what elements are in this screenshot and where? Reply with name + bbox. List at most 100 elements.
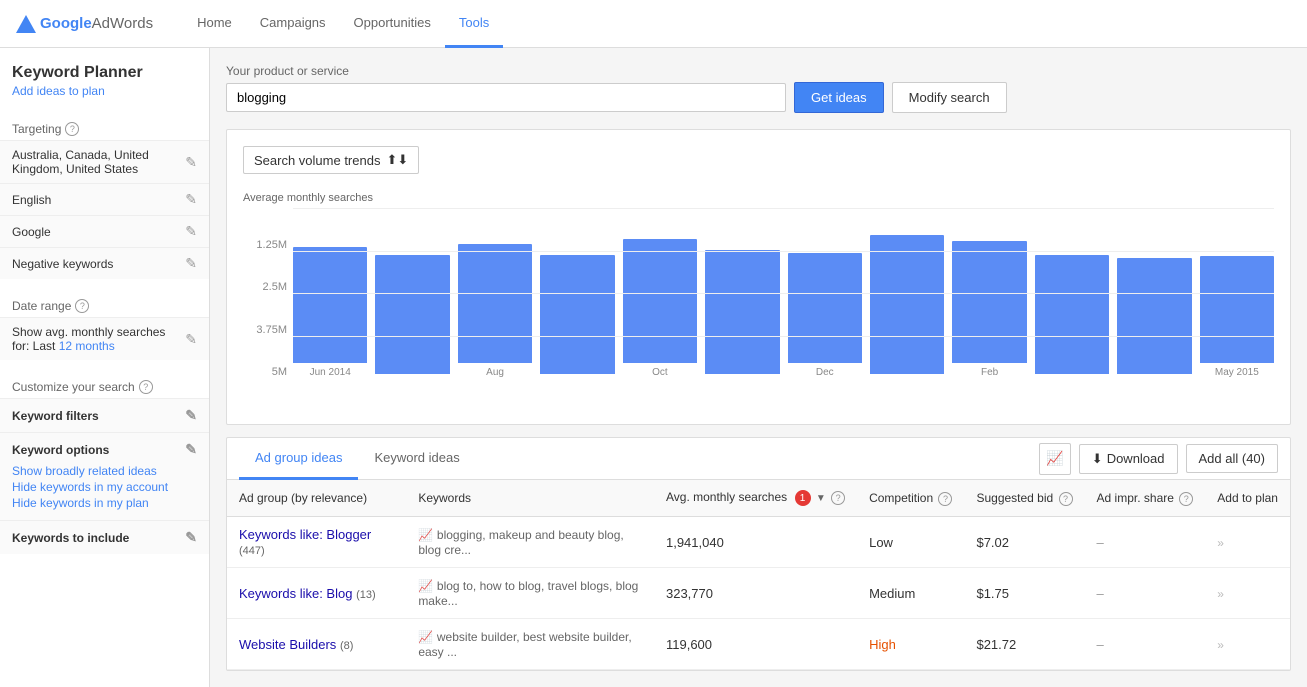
keyword-options-section: Keyword options ✎ Show broadly related i… [0, 432, 209, 520]
cell-ad-group-0: Keywords like: Blogger (447) [227, 517, 406, 568]
tabs-header: Ad group ideas Keyword ideas 📈 ⬇ Downloa… [227, 438, 1290, 480]
add-to-plan-icon-0[interactable]: » [1217, 536, 1224, 550]
keywords-text-1: blog to, how to blog, travel blogs, blog… [418, 579, 638, 608]
keyword-filters-section: Keyword filters ✎ [0, 398, 209, 432]
location-text: Australia, Canada, United Kingdom, Unite… [12, 148, 185, 176]
ad-impr-share-help-icon[interactable]: ? [1179, 492, 1193, 506]
show-broadly-related-link[interactable]: Show broadly related ideas [12, 464, 197, 478]
bar-label-8: Feb [981, 367, 998, 378]
ad-impr-share-val-1: – [1097, 586, 1104, 601]
chart-view-icon-btn[interactable]: 📈 [1039, 443, 1071, 475]
keywords-to-include-header[interactable]: Keywords to include ✎ [12, 529, 197, 546]
hide-keywords-account-link[interactable]: Hide keywords in my account [12, 480, 197, 494]
table-row: Keywords like: Blog (13) 📈 blog to, how … [227, 568, 1290, 619]
th-avg-monthly[interactable]: Avg. monthly searches 1 ▼ ? [654, 480, 857, 517]
ad-group-link-1[interactable]: Keywords like: Blog [239, 586, 352, 601]
sidebar-network-item[interactable]: Google ✎ [0, 215, 209, 247]
nav-opportunities[interactable]: Opportunities [340, 0, 445, 48]
th-add-to-plan: Add to plan [1205, 480, 1290, 517]
search-label: Your product or service [226, 64, 1291, 78]
download-icon: ⬇ [1092, 451, 1103, 467]
y-label-5m: 5M [243, 366, 293, 378]
chart-dropdown-arrow: ⬆⬇ [386, 152, 408, 168]
competition-val-0: Low [869, 535, 893, 550]
product-search-input[interactable] [226, 83, 786, 112]
avg-monthly-val-0: 1,941,040 [666, 535, 724, 550]
language-edit-icon[interactable]: ✎ [185, 191, 197, 208]
avg-monthly-help-icon[interactable]: ? [831, 491, 845, 505]
trend-icon-0[interactable]: 📈 [418, 528, 433, 542]
tabs-section: Ad group ideas Keyword ideas 📈 ⬇ Downloa… [226, 437, 1291, 671]
tab-keyword-ideas[interactable]: Keyword ideas [358, 438, 475, 480]
keyword-options-edit-icon[interactable]: ✎ [185, 441, 197, 458]
sidebar-language-item[interactable]: English ✎ [0, 183, 209, 215]
bar-5 [705, 250, 779, 374]
keyword-count-1: (13) [356, 589, 376, 601]
keyword-options-header[interactable]: Keyword options ✎ [12, 441, 197, 458]
date-range-help-icon[interactable]: ? [75, 299, 89, 313]
ad-impr-share-val-0: – [1097, 535, 1104, 550]
bar-label-0: Jun 2014 [310, 367, 351, 378]
cell-competition-1: Medium [857, 568, 964, 619]
network-edit-icon[interactable]: ✎ [185, 223, 197, 240]
keywords-to-include-edit-icon[interactable]: ✎ [185, 529, 197, 546]
cell-add-to-plan-1[interactable]: » [1205, 568, 1290, 619]
th-ad-group: Ad group (by relevance) [227, 480, 406, 517]
location-edit-icon[interactable]: ✎ [185, 154, 197, 171]
tab-ad-group-ideas[interactable]: Ad group ideas [239, 438, 358, 480]
keyword-filters-header[interactable]: Keyword filters ✎ [12, 407, 197, 424]
ad-group-link-2[interactable]: Website Builders [239, 637, 336, 652]
targeting-help-icon[interactable]: ? [65, 122, 79, 136]
bars-wrapper: Jun 2014AugOctDecFebMay 2015 [293, 208, 1274, 378]
bar-group-3 [540, 208, 614, 378]
nav-home[interactable]: Home [183, 0, 246, 48]
bar-10 [1117, 258, 1191, 374]
modify-search-button[interactable]: Modify search [892, 82, 1007, 113]
add-to-plan-icon-1[interactable]: » [1217, 587, 1224, 601]
y-label-125m: 1.25M [243, 239, 293, 251]
trend-icon-1[interactable]: 📈 [418, 579, 433, 593]
add-to-plan-icon-2[interactable]: » [1217, 638, 1224, 652]
download-button[interactable]: ⬇ Download [1079, 444, 1178, 474]
th-suggested-bid: Suggested bid ? [964, 480, 1084, 517]
bar-group-8: Feb [952, 208, 1026, 378]
chart-dropdown[interactable]: Search volume trends ⬆⬇ [243, 146, 419, 174]
nav-campaigns[interactable]: Campaigns [246, 0, 340, 48]
sidebar-negative-keywords-item[interactable]: Negative keywords ✎ [0, 247, 209, 279]
logo-adwords: AdWords [92, 15, 153, 32]
bar-group-1 [375, 208, 449, 378]
keyword-count-2: (8) [340, 640, 353, 652]
cell-add-to-plan-0[interactable]: » [1205, 517, 1290, 568]
sidebar-date-range-item[interactable]: Show avg. monthly searches for: Last 12 … [0, 317, 209, 360]
keywords-text-0: blogging, makeup and beauty blog, blog c… [418, 528, 623, 557]
get-ideas-button[interactable]: Get ideas [794, 82, 884, 113]
sidebar-location-item[interactable]: Australia, Canada, United Kingdom, Unite… [0, 140, 209, 183]
keyword-filters-edit-icon[interactable]: ✎ [185, 407, 197, 424]
date-range-edit-icon[interactable]: ✎ [185, 331, 197, 348]
suggested-bid-help-icon[interactable]: ? [1059, 492, 1073, 506]
negative-keywords-edit-icon[interactable]: ✎ [185, 255, 197, 272]
ad-group-link-0[interactable]: Keywords like: Blogger [239, 527, 371, 542]
avg-monthly-val-2: 119,600 [666, 637, 712, 652]
chart-section: Search volume trends ⬆⬇ Average monthly … [226, 129, 1291, 425]
trend-icon-2[interactable]: 📈 [418, 630, 433, 644]
cell-keywords-1: 📈 blog to, how to blog, travel blogs, bl… [406, 568, 654, 619]
date-range-section: Date range ? Show avg. monthly searches … [0, 291, 209, 360]
ad-impr-share-val-2: – [1097, 637, 1104, 652]
keywords-to-include-section: Keywords to include ✎ [0, 520, 209, 554]
add-all-button[interactable]: Add all (40) [1186, 444, 1278, 473]
keyword-options-body: Show broadly related ideas Hide keywords… [12, 458, 197, 510]
y-label-25m: 2.5M [243, 281, 293, 293]
bar-label-2: Aug [486, 367, 504, 378]
language-text: English [12, 193, 185, 207]
bar-6 [788, 253, 862, 364]
hide-keywords-plan-link[interactable]: Hide keywords in my plan [12, 496, 197, 510]
table-header: Ad group (by relevance) Keywords Avg. mo… [227, 480, 1290, 517]
results-table: Ad group (by relevance) Keywords Avg. mo… [227, 480, 1290, 670]
nav-tools[interactable]: Tools [445, 0, 503, 48]
sidebar-title: Keyword Planner [0, 64, 209, 82]
sort-arrow: ▼ [816, 493, 826, 504]
customize-help-icon[interactable]: ? [139, 380, 153, 394]
search-section: Your product or service Get ideas Modify… [226, 64, 1291, 113]
competition-help-icon[interactable]: ? [938, 492, 952, 506]
